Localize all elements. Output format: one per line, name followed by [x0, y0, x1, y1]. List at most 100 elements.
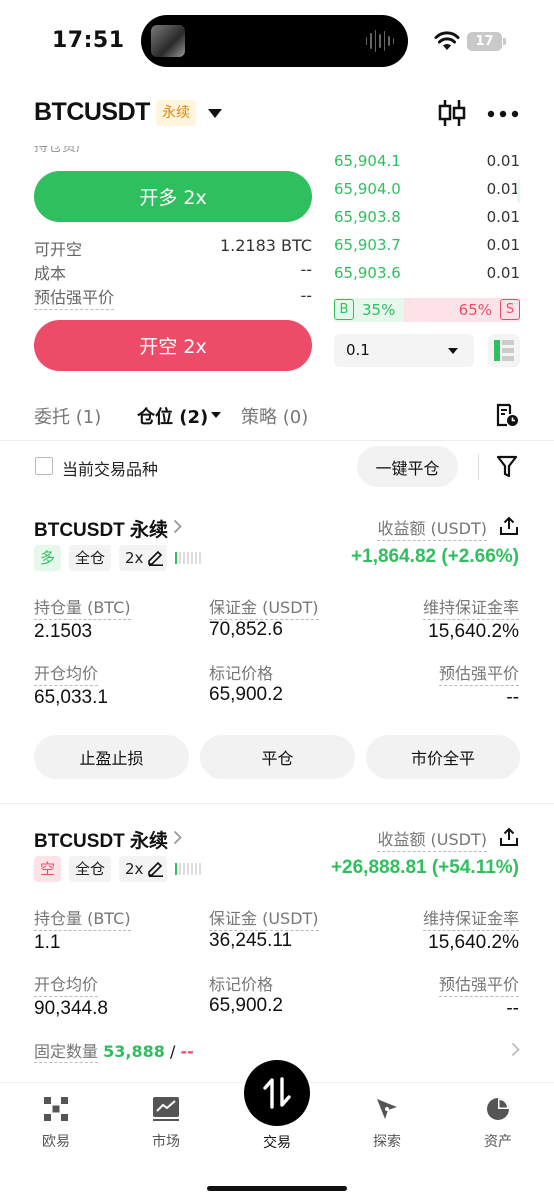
- mmr-label[interactable]: 维持保证金率: [422, 594, 519, 620]
- orderbook-row[interactable]: 65,903.8 0.01: [334, 208, 520, 236]
- entry-price-value: 90,344.8: [34, 998, 108, 1019]
- bid-qty: 0.01: [486, 152, 520, 170]
- entry-price-value: 65,033.1: [34, 687, 108, 708]
- wifi-icon: [434, 31, 460, 50]
- size-value: 2.1503: [34, 621, 93, 642]
- buy-label: B: [334, 299, 354, 320]
- pnl-label[interactable]: 收益额 (USDT): [377, 515, 487, 541]
- entry-price-label[interactable]: 开仓均价: [34, 660, 99, 686]
- bid-qty: 0.01: [486, 264, 520, 282]
- bid-qty: 0.01: [486, 236, 520, 254]
- battery-icon: 17: [467, 32, 502, 51]
- cost-value: --: [300, 260, 312, 279]
- chevron-right-icon[interactable]: [511, 1042, 520, 1057]
- perpetual-tag: 永续: [156, 100, 196, 126]
- tabs-divider: [0, 440, 554, 441]
- nav-okx[interactable]: 欧易: [16, 1083, 96, 1151]
- order-history-icon[interactable]: [495, 403, 519, 427]
- liq-price-value: --: [506, 998, 519, 1019]
- current-pair-label: 当前交易品种: [62, 460, 159, 479]
- orderbook-row[interactable]: 65,904.0 0.01: [334, 180, 520, 208]
- entry-price-label[interactable]: 开仓均价: [34, 971, 99, 997]
- nav-trade-label: 交易: [263, 1135, 291, 1151]
- pair-title[interactable]: BTCUSDT: [34, 98, 150, 127]
- position-title[interactable]: BTCUSDT 永续: [34, 515, 168, 542]
- share-icon[interactable]: [499, 827, 519, 847]
- edit-pencil-icon[interactable]: [147, 860, 164, 877]
- orderbook-row[interactable]: 65,904.1 0.01: [334, 152, 520, 180]
- tab-orders[interactable]: 委托 (1): [34, 403, 101, 429]
- sell-percent: 65%: [458, 301, 492, 319]
- size-label[interactable]: 持仓量 (BTC): [34, 594, 131, 620]
- nav-assets-label: 资产: [484, 1134, 512, 1150]
- nav-market-label: 市场: [152, 1134, 180, 1150]
- buy-sell-ratio-bar: B 35% 65% S: [334, 298, 520, 322]
- tab-positions[interactable]: 仓位 (2): [137, 403, 208, 429]
- chevron-right-icon[interactable]: [173, 830, 182, 845]
- close-position-button[interactable]: 平仓: [200, 735, 355, 779]
- filter-divider: [478, 454, 479, 480]
- size-value: 1.1: [34, 932, 61, 953]
- pnl-label[interactable]: 收益额 (USDT): [377, 826, 487, 852]
- nav-explore[interactable]: 探索: [347, 1083, 427, 1151]
- pnl-value: +26,888.81 (+54.11%): [330, 857, 519, 878]
- home-indicator: [207, 1186, 347, 1191]
- available-short-label: 可开空: [34, 240, 83, 259]
- current-pair-checkbox[interactable]: [35, 457, 53, 475]
- bid-price: 65,904.0: [334, 180, 401, 198]
- dynamic-island[interactable]: [141, 15, 408, 67]
- fixed-qty-row[interactable]: 固定数量 53,888 / --: [34, 1038, 194, 1063]
- tp-sl-button[interactable]: 止盈止损: [34, 735, 189, 779]
- leverage-value: 2x: [125, 860, 144, 878]
- filter-icon[interactable]: [496, 455, 518, 479]
- liq-price-label[interactable]: 预估强平价: [438, 971, 519, 997]
- edit-pencil-icon[interactable]: [147, 549, 164, 566]
- media-thumbnail: [151, 25, 185, 57]
- battery-nub: [503, 38, 506, 45]
- orderbook-row[interactable]: 65,903.6 0.01: [334, 264, 520, 292]
- margin-value: 70,852.6: [209, 619, 283, 640]
- mark-price-label: 标记价格: [209, 975, 274, 994]
- bid-qty: 0.01: [486, 180, 520, 198]
- quantity-step-select[interactable]: 0.1: [334, 334, 474, 367]
- size-label[interactable]: 持仓量 (BTC): [34, 905, 131, 931]
- share-icon[interactable]: [499, 516, 519, 536]
- bid-price: 65,904.1: [334, 152, 401, 170]
- side-short-tag: 空: [34, 856, 62, 882]
- candlestick-icon[interactable]: [438, 98, 466, 128]
- liq-price-value: --: [300, 286, 312, 305]
- nav-market[interactable]: 市场: [126, 1083, 206, 1151]
- chevron-right-icon[interactable]: [173, 519, 182, 534]
- liq-price-label[interactable]: 预估强平价: [34, 284, 115, 310]
- cost-label: 成本: [34, 264, 67, 283]
- open-short-button[interactable]: 开空 2x: [34, 320, 312, 371]
- depth-view-button[interactable]: [488, 334, 520, 367]
- side-long-tag: 多: [34, 545, 62, 571]
- mark-price-value: 65,900.2: [209, 684, 283, 705]
- clipped-row: 持仓资产: [34, 146, 90, 154]
- market-close-all-button[interactable]: 市价全平: [366, 735, 520, 779]
- liq-price-label[interactable]: 预估强平价: [438, 660, 519, 686]
- fixed-qty-value: 53,888: [103, 1042, 165, 1061]
- compass-icon: [377, 1099, 397, 1119]
- margin-label[interactable]: 保证金 (USDT): [209, 905, 319, 931]
- tab-positions-dropdown-icon[interactable]: [211, 412, 221, 418]
- fixed-qty-label: 固定数量: [34, 1042, 99, 1063]
- nav-assets[interactable]: 资产: [458, 1083, 538, 1151]
- orderbook-row[interactable]: 65,903.7 0.01: [334, 236, 520, 264]
- bid-price: 65,903.7: [334, 236, 401, 254]
- more-icon[interactable]: [487, 110, 519, 118]
- margin-label[interactable]: 保证金 (USDT): [209, 594, 319, 620]
- trade-button[interactable]: [244, 1060, 310, 1126]
- available-short-value: 1.2183 BTC: [219, 236, 312, 255]
- margin-value: 36,245.11: [209, 930, 293, 951]
- quantity-step-value: 0.1: [346, 341, 370, 359]
- bid-price: 65,903.8: [334, 208, 401, 226]
- tab-strategies[interactable]: 策略 (0): [241, 403, 308, 429]
- nav-explore-label: 探索: [373, 1134, 401, 1150]
- position-title[interactable]: BTCUSDT 永续: [34, 826, 168, 853]
- mmr-label[interactable]: 维持保证金率: [422, 905, 519, 931]
- close-all-button[interactable]: 一键平仓: [357, 446, 458, 487]
- pair-dropdown-icon[interactable]: [208, 109, 222, 118]
- open-long-button[interactable]: 开多 2x: [34, 171, 312, 222]
